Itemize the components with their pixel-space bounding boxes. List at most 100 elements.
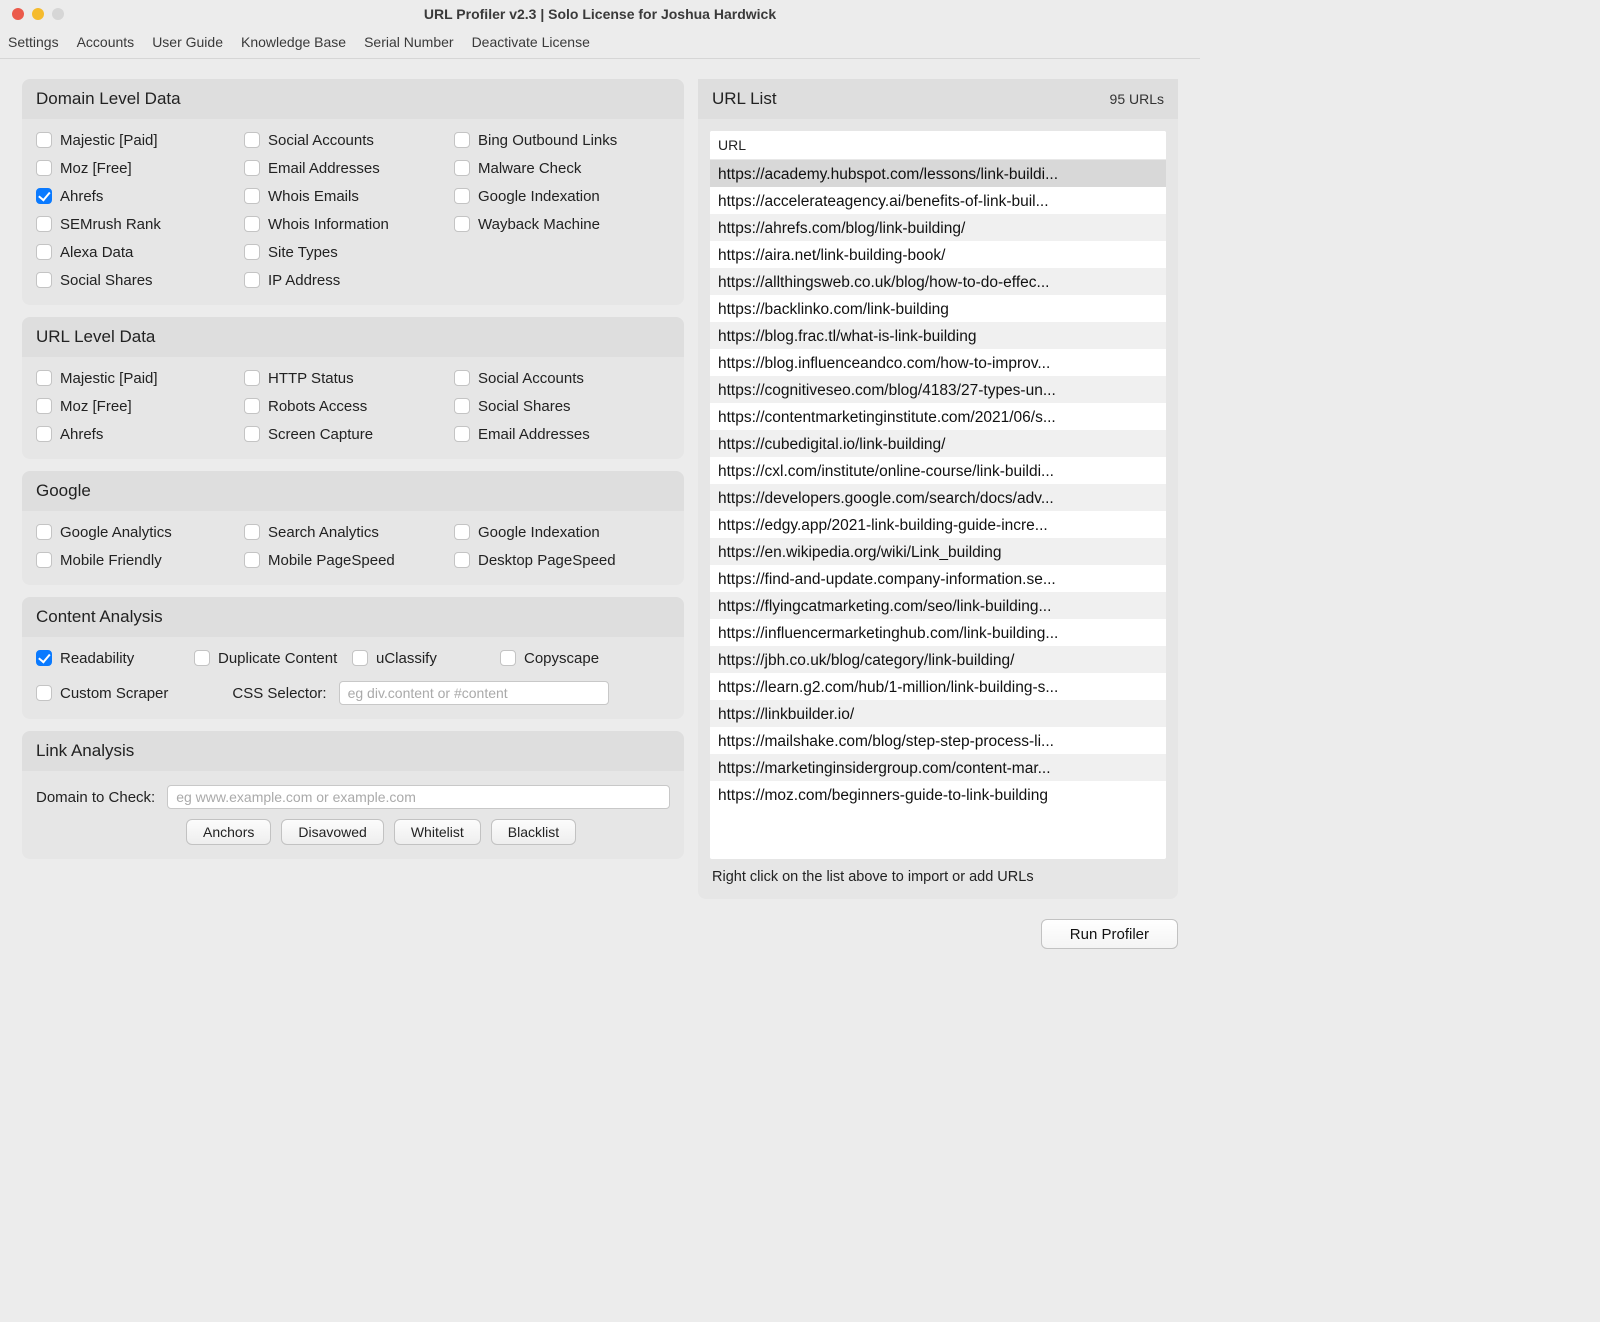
url-row[interactable]: https://backlinko.com/link-building	[710, 295, 1166, 322]
whitelist-button[interactable]: Whitelist	[394, 819, 481, 845]
zoom-icon[interactable]	[52, 8, 64, 20]
checkbox-icon[interactable]	[352, 650, 368, 666]
checkbox-icon[interactable]	[36, 216, 52, 232]
checkbox-readability[interactable]: Readability	[36, 647, 184, 669]
menu-serial-number[interactable]: Serial Number	[364, 34, 453, 50]
checkbox-icon[interactable]	[244, 398, 260, 414]
url-row[interactable]: https://influencermarketinghub.com/link-…	[710, 619, 1166, 646]
domain-to-check-input[interactable]	[167, 785, 670, 809]
minimize-icon[interactable]	[32, 8, 44, 20]
url-row[interactable]: https://cubedigital.io/link-building/	[710, 430, 1166, 457]
checkbox-icon[interactable]	[454, 524, 470, 540]
checkbox-icon[interactable]	[36, 188, 52, 204]
checkbox-copyscape[interactable]: Copyscape	[500, 647, 638, 669]
checkbox-icon[interactable]	[454, 132, 470, 148]
blacklist-button[interactable]: Blacklist	[491, 819, 576, 845]
checkbox-icon[interactable]	[36, 132, 52, 148]
checkbox-icon[interactable]	[36, 398, 52, 414]
url-table[interactable]: URL https://academy.hubspot.com/lessons/…	[710, 131, 1166, 859]
checkbox-ahrefs[interactable]: Ahrefs	[36, 185, 234, 207]
close-icon[interactable]	[12, 8, 24, 20]
url-row[interactable]: https://contentmarketinginstitute.com/20…	[710, 403, 1166, 430]
url-row[interactable]: https://flyingcatmarketing.com/seo/link-…	[710, 592, 1166, 619]
url-row[interactable]: https://blog.frac.tl/what-is-link-buildi…	[710, 322, 1166, 349]
checkbox-semrush-rank[interactable]: SEMrush Rank	[36, 213, 234, 235]
checkbox-icon[interactable]	[454, 370, 470, 386]
checkbox-majestic-paid-[interactable]: Majestic [Paid]	[36, 129, 234, 151]
checkbox-malware-check[interactable]: Malware Check	[454, 157, 670, 179]
checkbox-icon[interactable]	[244, 552, 260, 568]
menu-accounts[interactable]: Accounts	[77, 34, 135, 50]
url-row[interactable]: https://linkbuilder.io/	[710, 700, 1166, 727]
checkbox-icon[interactable]	[244, 188, 260, 204]
checkbox-icon[interactable]	[454, 188, 470, 204]
url-row[interactable]: https://en.wikipedia.org/wiki/Link_build…	[710, 538, 1166, 565]
checkbox-icon[interactable]	[36, 160, 52, 176]
custom-scraper-checkbox[interactable]: Custom Scraper	[36, 682, 168, 704]
url-row[interactable]: https://aira.net/link-building-book/	[710, 241, 1166, 268]
url-row[interactable]: https://cxl.com/institute/online-course/…	[710, 457, 1166, 484]
checkbox-icon[interactable]	[244, 132, 260, 148]
checkbox-social-accounts[interactable]: Social Accounts	[454, 367, 670, 389]
checkbox-site-types[interactable]: Site Types	[244, 241, 444, 263]
checkbox-icon[interactable]	[500, 650, 516, 666]
checkbox-icon[interactable]	[244, 370, 260, 386]
checkbox-icon[interactable]	[454, 398, 470, 414]
checkbox-social-shares[interactable]: Social Shares	[36, 269, 234, 291]
checkbox-alexa-data[interactable]: Alexa Data	[36, 241, 234, 263]
url-row[interactable]: https://mailshake.com/blog/step-step-pro…	[710, 727, 1166, 754]
url-row[interactable]: https://accelerateagency.ai/benefits-of-…	[710, 187, 1166, 214]
url-row[interactable]: https://blog.influenceandco.com/how-to-i…	[710, 349, 1166, 376]
checkbox-icon[interactable]	[36, 685, 52, 701]
checkbox-icon[interactable]	[36, 524, 52, 540]
checkbox-moz-free-[interactable]: Moz [Free]	[36, 157, 234, 179]
checkbox-whois-emails[interactable]: Whois Emails	[244, 185, 444, 207]
checkbox-ip-address[interactable]: IP Address	[244, 269, 444, 291]
checkbox-social-accounts[interactable]: Social Accounts	[244, 129, 444, 151]
checkbox-icon[interactable]	[454, 552, 470, 568]
checkbox-icon[interactable]	[244, 272, 260, 288]
url-row[interactable]: https://learn.g2.com/hub/1-million/link-…	[710, 673, 1166, 700]
checkbox-icon[interactable]	[36, 370, 52, 386]
menu-user-guide[interactable]: User Guide	[152, 34, 223, 50]
checkbox-icon[interactable]	[194, 650, 210, 666]
url-row[interactable]: https://find-and-update.company-informat…	[710, 565, 1166, 592]
checkbox-email-addresses[interactable]: Email Addresses	[454, 423, 670, 445]
run-profiler-button[interactable]: Run Profiler	[1041, 919, 1178, 949]
url-row[interactable]: https://academy.hubspot.com/lessons/link…	[710, 160, 1166, 187]
url-row[interactable]: https://edgy.app/2021-link-building-guid…	[710, 511, 1166, 538]
checkbox-icon[interactable]	[36, 650, 52, 666]
url-row[interactable]: https://moz.com/beginners-guide-to-link-…	[710, 781, 1166, 808]
checkbox-robots-access[interactable]: Robots Access	[244, 395, 444, 417]
checkbox-duplicate-content[interactable]: Duplicate Content	[194, 647, 342, 669]
checkbox-icon[interactable]	[244, 244, 260, 260]
checkbox-whois-information[interactable]: Whois Information	[244, 213, 444, 235]
checkbox-bing-outbound-links[interactable]: Bing Outbound Links	[454, 129, 670, 151]
checkbox-moz-free-[interactable]: Moz [Free]	[36, 395, 234, 417]
checkbox-wayback-machine[interactable]: Wayback Machine	[454, 213, 670, 235]
disavowed-button[interactable]: Disavowed	[281, 819, 383, 845]
url-row[interactable]: https://jbh.co.uk/blog/category/link-bui…	[710, 646, 1166, 673]
checkbox-ahrefs[interactable]: Ahrefs	[36, 423, 234, 445]
checkbox-icon[interactable]	[244, 216, 260, 232]
checkbox-email-addresses[interactable]: Email Addresses	[244, 157, 444, 179]
url-row[interactable]: https://marketinginsidergroup.com/conten…	[710, 754, 1166, 781]
anchors-button[interactable]: Anchors	[186, 819, 271, 845]
checkbox-google-indexation[interactable]: Google Indexation	[454, 521, 670, 543]
checkbox-icon[interactable]	[36, 426, 52, 442]
checkbox-icon[interactable]	[244, 160, 260, 176]
checkbox-desktop-pagespeed[interactable]: Desktop PageSpeed	[454, 549, 670, 571]
checkbox-screen-capture[interactable]: Screen Capture	[244, 423, 444, 445]
checkbox-google-indexation[interactable]: Google Indexation	[454, 185, 670, 207]
checkbox-google-analytics[interactable]: Google Analytics	[36, 521, 234, 543]
url-row[interactable]: https://ahrefs.com/blog/link-building/	[710, 214, 1166, 241]
checkbox-icon[interactable]	[36, 272, 52, 288]
checkbox-mobile-friendly[interactable]: Mobile Friendly	[36, 549, 234, 571]
checkbox-icon[interactable]	[36, 244, 52, 260]
url-row[interactable]: https://developers.google.com/search/doc…	[710, 484, 1166, 511]
checkbox-icon[interactable]	[454, 216, 470, 232]
checkbox-http-status[interactable]: HTTP Status	[244, 367, 444, 389]
menu-settings[interactable]: Settings	[8, 34, 59, 50]
url-row[interactable]: https://allthingsweb.co.uk/blog/how-to-d…	[710, 268, 1166, 295]
checkbox-social-shares[interactable]: Social Shares	[454, 395, 670, 417]
